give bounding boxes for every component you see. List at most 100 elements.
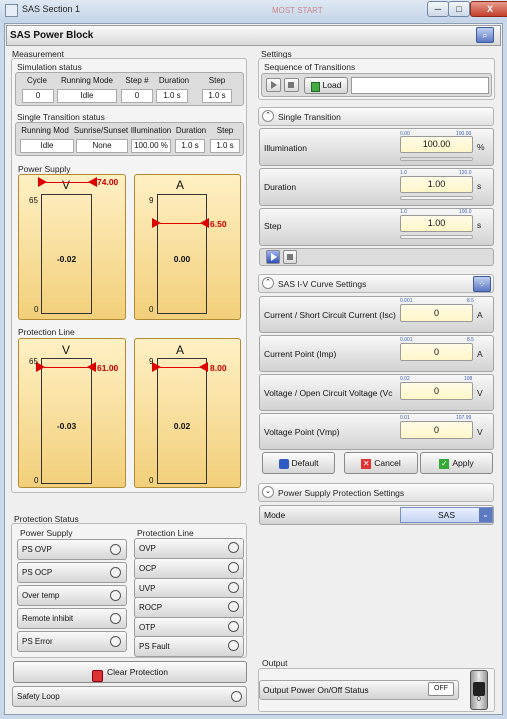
default-button[interactable]: Default: [262, 452, 335, 474]
grid-icon[interactable]: ⁘: [473, 276, 491, 292]
ps-voltage-bottom-tick: 0: [34, 305, 39, 314]
mode-value: SAS: [437, 510, 455, 520]
minimize-button[interactable]: ─: [427, 1, 449, 17]
ps-voltage-top-tick: 65: [29, 196, 38, 205]
sim-col-duration: Duration: [158, 76, 190, 85]
ps-current-value: 0.00: [173, 254, 191, 264]
single-col-mode: Running Mod: [21, 126, 69, 135]
close-button[interactable]: X: [470, 1, 507, 17]
illumination-label: Illumination: [264, 143, 307, 153]
pl-voltage-top-tick: 65: [29, 357, 38, 366]
pl-voltage-unit: V: [61, 343, 70, 357]
pl-current-limit-right-marker: [199, 362, 208, 372]
pl-voltage-limit-right-marker: [87, 362, 96, 372]
imp-input[interactable]: 0: [400, 343, 473, 361]
switch-on-label: I: [478, 673, 480, 680]
cancel-icon: ✕: [361, 458, 372, 469]
sim-col-step-no: Step #: [125, 76, 149, 85]
vmp-input[interactable]: 0: [400, 421, 473, 439]
cancel-button[interactable]: ✕ Cancel: [344, 452, 418, 474]
imp-unit: A: [477, 349, 483, 359]
ps-current-bottom-tick: 0: [149, 305, 154, 314]
single-duration-value: 1.0 s: [175, 139, 205, 153]
sim-status-title: Simulation status: [17, 62, 82, 72]
sim-col-cycle: Cycle: [26, 76, 47, 85]
duration-unit: s: [477, 181, 482, 191]
pl-current-value: 0.02: [173, 421, 191, 431]
illumination-slider[interactable]: [400, 157, 473, 161]
imp-label: Current Point (Imp): [264, 349, 337, 359]
stop-icon[interactable]: [284, 78, 299, 92]
output-power-switch[interactable]: I 0: [470, 670, 488, 710]
block-title: SAS Power Block: [10, 30, 94, 41]
default-icon: [278, 458, 289, 469]
clear-icon: [92, 669, 104, 682]
duration-input[interactable]: 1.00: [400, 176, 473, 193]
cancel-label: Cancel: [374, 458, 401, 468]
ps-voltage-unit: V: [61, 178, 70, 192]
single-status-title: Single Transition status: [17, 112, 105, 122]
clear-protection-button[interactable]: Clear Protection: [13, 661, 247, 683]
power-supply-title: Power Supply: [18, 164, 71, 174]
sequence-file-field[interactable]: [351, 77, 489, 94]
illumination-input[interactable]: 100.00: [400, 136, 473, 153]
apply-icon: ✓: [439, 458, 450, 469]
pl-current-unit: A: [175, 343, 184, 357]
voc-input[interactable]: 0: [400, 382, 473, 400]
ps-fault-led: [228, 640, 239, 651]
isc-label: Current / Short Circuit Current (Isc): [264, 310, 396, 320]
apply-label: Apply: [452, 458, 474, 468]
single-stop-icon[interactable]: [283, 250, 297, 264]
ps-voltage-limit: 74.00: [97, 177, 119, 187]
single-col-illumination: Illumination: [130, 126, 172, 135]
single-col-step: Step: [216, 126, 234, 135]
maximize-button[interactable]: □: [448, 1, 470, 17]
duration-slider[interactable]: [400, 196, 473, 200]
stop-square: [288, 82, 294, 88]
isc-input[interactable]: 0: [400, 304, 473, 322]
pl-current-limit: 8.00: [210, 363, 227, 373]
pl-voltage-bottom-tick: 0: [34, 476, 39, 485]
mode-dropdown-icon[interactable]: ⌄: [479, 508, 492, 522]
pl-current-top-tick: 9: [149, 357, 154, 366]
switch-knob: [473, 682, 485, 696]
pl-current-limit-line: [160, 367, 202, 368]
background-window-text: MOST START: [272, 6, 323, 15]
sim-col-mode: Running Mode: [60, 76, 114, 85]
default-label: Default: [291, 458, 319, 468]
iv-chevron-up-icon[interactable]: ⌃: [262, 277, 274, 289]
iv-settings-title: SAS I-V Curve Settings: [278, 279, 367, 289]
output-status-value: OFF: [428, 682, 454, 696]
ps-voltage-value: -0.02: [56, 254, 77, 264]
uvp-led: [228, 582, 239, 593]
step-slider[interactable]: [400, 235, 473, 239]
ps-current-unit: A: [175, 178, 184, 192]
sim-duration-value: 1.0 s: [156, 89, 188, 103]
otp-led: [228, 621, 239, 632]
play-triangle: [271, 81, 277, 89]
isc-unit: A: [477, 310, 483, 320]
illumination-slider-fill: [401, 158, 472, 160]
pl-current-bottom-tick: 0: [149, 476, 154, 485]
apply-button[interactable]: ✓ Apply: [420, 452, 493, 474]
single-play-icon[interactable]: [266, 250, 280, 264]
search-icon[interactable]: ⌕: [476, 27, 494, 43]
remote-inhibit-led: [110, 613, 121, 624]
play-icon[interactable]: [266, 78, 281, 92]
ps-current-limit: 6.50: [210, 219, 227, 229]
vmp-label: Voltage Point (Vmp): [264, 427, 340, 437]
sim-cycle-value: 0: [22, 89, 54, 103]
single-illumination-value: 100.00 %: [131, 139, 171, 153]
chevron-down-icon[interactable]: ⌄: [262, 486, 274, 498]
chevron-up-icon[interactable]: ⌃: [262, 110, 274, 122]
step-input[interactable]: 1.00: [400, 215, 473, 232]
load-button[interactable]: Load: [304, 77, 348, 94]
ps-current-limit-line: [160, 223, 202, 224]
single-mode-value: Idle: [20, 139, 74, 153]
psp-title: Power Supply Protection Settings: [278, 488, 405, 498]
over-temp-led: [110, 590, 121, 601]
ps-current-limit-right-marker: [200, 218, 209, 228]
single-play-triangle: [271, 253, 277, 261]
app-icon: [5, 4, 18, 17]
load-label: Load: [322, 80, 342, 90]
